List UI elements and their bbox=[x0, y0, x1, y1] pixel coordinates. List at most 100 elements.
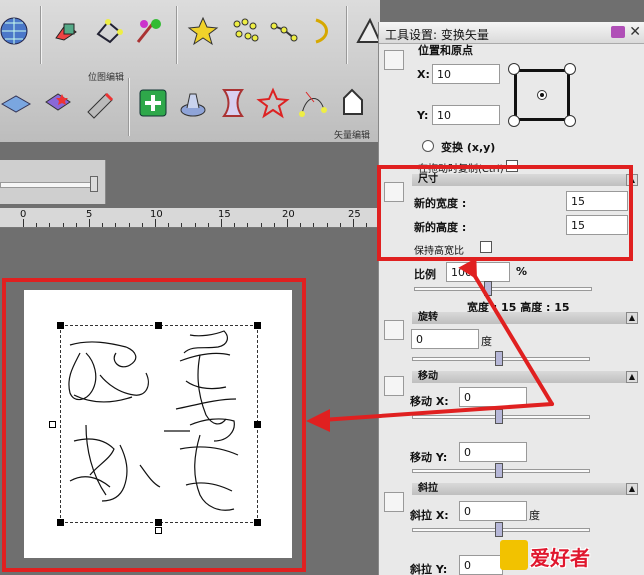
knife-tool-icon[interactable] bbox=[84, 86, 118, 120]
lamp-tool-icon[interactable] bbox=[176, 86, 210, 120]
ruler-tick bbox=[89, 219, 90, 227]
globe-tool-icon[interactable] bbox=[0, 14, 34, 48]
ruler-tick bbox=[313, 223, 315, 227]
anchor-top-right[interactable] bbox=[564, 63, 576, 75]
collapse-icon[interactable]: ▲ bbox=[626, 312, 638, 324]
position-section-icon bbox=[384, 50, 404, 70]
curve-tool-icon[interactable] bbox=[306, 14, 340, 48]
move-section-icon bbox=[384, 376, 404, 396]
scale-field[interactable] bbox=[446, 262, 510, 282]
group-label-vector: 矢量编辑 bbox=[334, 131, 371, 141]
resize-handle-left[interactable] bbox=[49, 421, 56, 428]
wave-star-tool-icon[interactable] bbox=[256, 86, 290, 120]
close-icon[interactable]: ✕ bbox=[629, 24, 641, 40]
skew-section-header: 斜拉 ▲ bbox=[412, 483, 638, 495]
move-y-field[interactable] bbox=[459, 442, 527, 462]
panel-pin-icon[interactable] bbox=[611, 26, 625, 38]
ruler-tick bbox=[273, 223, 275, 227]
skew-y-field[interactable] bbox=[459, 555, 503, 575]
trace-tool-icon[interactable] bbox=[268, 14, 302, 48]
transform-radio[interactable] bbox=[422, 140, 434, 152]
collapse-icon[interactable]: ▲ bbox=[626, 483, 638, 495]
ruler-label: 25 bbox=[348, 209, 361, 220]
skew-x-label: 斜拉 X: bbox=[410, 509, 449, 522]
skew-x-unit: 度 bbox=[529, 509, 540, 522]
move-y-label: 移动 Y: bbox=[410, 451, 448, 464]
toolbar-row-1: 位图编辑 bbox=[0, 0, 382, 83]
paint-tool-icon[interactable] bbox=[132, 14, 166, 48]
rotate-section-header: 旋转 ▲ bbox=[412, 312, 638, 324]
panel-title: 工具设置: 变换矢量 ✕ bbox=[379, 22, 644, 44]
ruler-tick bbox=[287, 219, 288, 227]
scale-unit: % bbox=[516, 265, 528, 278]
node-tool-icon[interactable] bbox=[92, 14, 126, 48]
ruler-tick bbox=[141, 223, 143, 227]
ruler-tick bbox=[49, 223, 51, 227]
warp-tool-icon[interactable] bbox=[216, 86, 250, 120]
star-burst-tool-icon[interactable] bbox=[42, 86, 76, 120]
ruler-tick bbox=[75, 223, 77, 227]
rotate-field[interactable] bbox=[411, 329, 479, 349]
position-x-label: X: bbox=[417, 68, 430, 81]
move-x-slider-thumb[interactable] bbox=[495, 409, 503, 424]
ruler-label: 15 bbox=[218, 209, 231, 220]
scale-slider-thumb[interactable] bbox=[484, 281, 492, 296]
ruler-tick bbox=[128, 223, 130, 227]
position-section-title: 位置和原点 bbox=[418, 44, 473, 57]
ruler-tick bbox=[353, 219, 354, 227]
arrow-head-canvas bbox=[306, 409, 330, 432]
anchor-top-left[interactable] bbox=[508, 63, 520, 75]
ruler-tick bbox=[247, 223, 249, 227]
skew-y-label: 斜拉 Y: bbox=[410, 563, 448, 575]
ruler-label: 10 bbox=[150, 209, 163, 220]
outline-tool-icon[interactable] bbox=[336, 86, 370, 120]
ruler-label: 20 bbox=[282, 209, 295, 220]
ruler-tick bbox=[155, 219, 156, 227]
layer-tool-icon[interactable] bbox=[0, 86, 34, 120]
skew-x-field[interactable] bbox=[459, 501, 527, 521]
anchor-center[interactable] bbox=[537, 90, 547, 100]
anchor-bottom-right[interactable] bbox=[564, 115, 576, 127]
resize-handle-bottom[interactable] bbox=[155, 519, 162, 526]
bezier-tool-icon[interactable] bbox=[296, 86, 330, 120]
resize-handle-top-right[interactable] bbox=[254, 322, 261, 329]
toolbar-row-2: 矢量编辑 bbox=[0, 72, 380, 142]
ruler-tick bbox=[194, 223, 196, 227]
shape-tool-icon[interactable] bbox=[50, 14, 84, 48]
move-y-slider-thumb[interactable] bbox=[495, 463, 503, 478]
zoom-slider-track[interactable] bbox=[0, 182, 96, 188]
resize-handle-bottom-left[interactable] bbox=[57, 519, 64, 526]
logo-mark-icon bbox=[500, 540, 528, 570]
ruler-tick bbox=[366, 223, 368, 227]
collapse-icon[interactable]: ▲ bbox=[626, 371, 638, 383]
scale-label: 比例 bbox=[414, 268, 436, 281]
toolbar: 位图编辑 矢量编辑 bbox=[0, 0, 382, 142]
horizontal-ruler: 0 5 10 15 20 25 bbox=[0, 208, 394, 228]
resize-handle-top-left[interactable] bbox=[57, 322, 64, 329]
selection-bounding-box[interactable] bbox=[60, 325, 258, 523]
origin-handle[interactable] bbox=[155, 527, 162, 534]
scale-slider-track[interactable] bbox=[414, 287, 592, 291]
dots-tool-icon[interactable] bbox=[228, 14, 262, 48]
ruler-tick bbox=[36, 223, 38, 227]
zoom-slider-thumb[interactable] bbox=[90, 176, 98, 192]
anchor-bottom-left[interactable] bbox=[508, 115, 520, 127]
position-y-field[interactable] bbox=[432, 105, 500, 125]
transform-radio-label: 变换 (x,y) bbox=[441, 141, 496, 154]
star-tool-icon[interactable] bbox=[186, 14, 220, 48]
ruler-tick bbox=[339, 223, 341, 227]
size-highlight-frame bbox=[377, 165, 633, 261]
move-x-field[interactable] bbox=[459, 387, 527, 407]
position-x-field[interactable] bbox=[432, 64, 500, 84]
resize-handle-right[interactable] bbox=[254, 421, 261, 428]
resize-handle-bottom-right[interactable] bbox=[254, 519, 261, 526]
rotate-slider-thumb[interactable] bbox=[495, 351, 503, 366]
skew-section-icon bbox=[384, 492, 404, 512]
rotate-section-title: 旋转 bbox=[418, 312, 438, 323]
origin-anchor-picker[interactable] bbox=[508, 63, 576, 127]
ruler-tick bbox=[326, 223, 328, 227]
move-section-title: 移动 bbox=[418, 371, 438, 382]
skew-x-slider-thumb[interactable] bbox=[495, 522, 503, 537]
add-tool-icon[interactable] bbox=[136, 86, 170, 120]
resize-handle-top[interactable] bbox=[155, 322, 162, 329]
